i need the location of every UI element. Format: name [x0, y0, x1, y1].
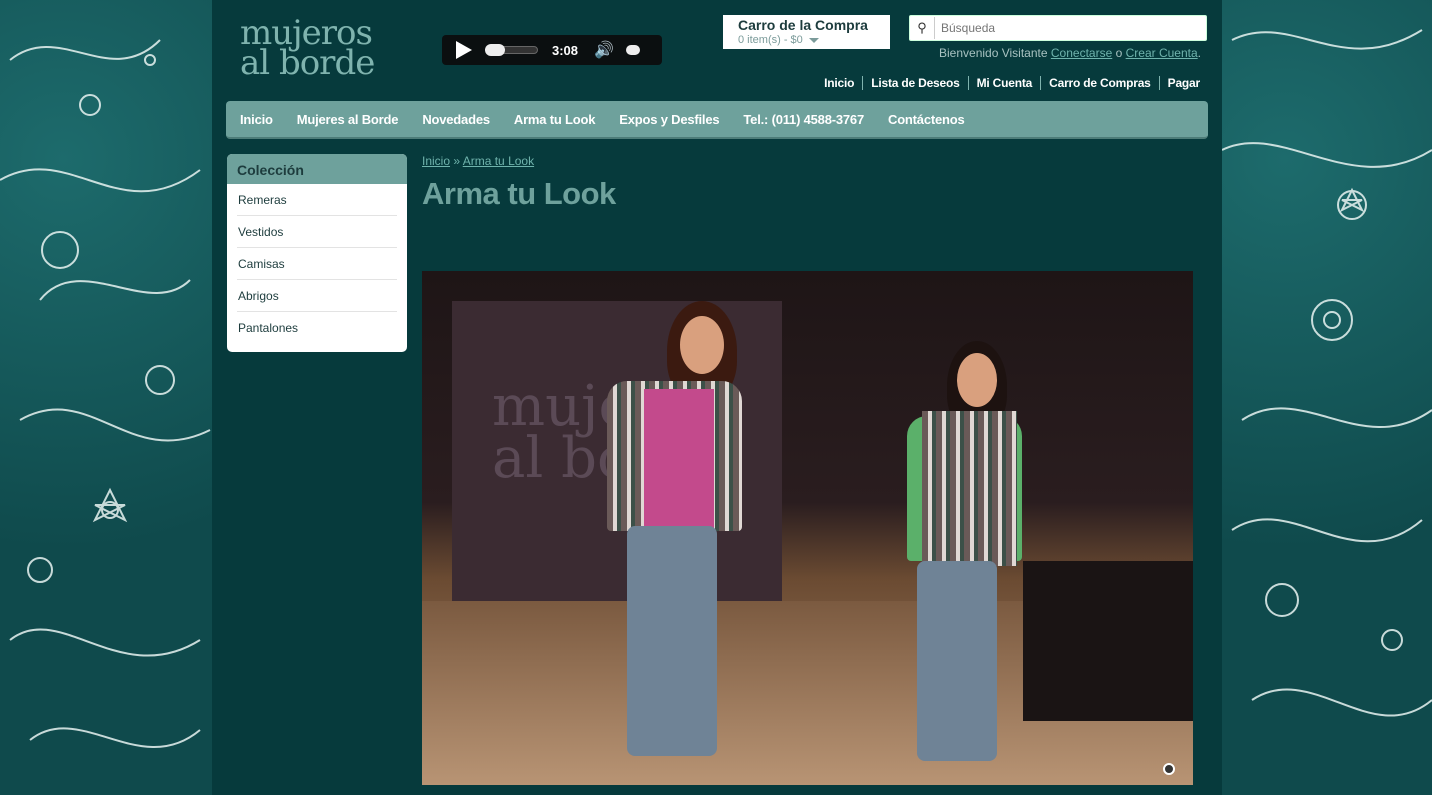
- progress-slider[interactable]: [485, 44, 538, 56]
- top-links: Inicio Lista de Deseos Mi Cuenta Carro d…: [816, 76, 1208, 90]
- nav-item-arma-tu-look[interactable]: Arma tu Look: [502, 112, 607, 127]
- top-link-wishlist[interactable]: Lista de Deseos: [862, 76, 967, 90]
- nav-item-contact[interactable]: Contáctenos: [876, 112, 977, 127]
- play-icon[interactable]: [456, 41, 472, 59]
- volume-slider[interactable]: [625, 45, 640, 55]
- page-container: mujeros al borde 3:08 🔊 Carro de la Comp…: [212, 0, 1222, 795]
- cart-items: 0 item(s) - $0: [738, 34, 890, 46]
- top-link-cart[interactable]: Carro de Compras: [1040, 76, 1159, 90]
- search-input[interactable]: [934, 17, 1194, 39]
- model-1-jeans: [627, 526, 717, 756]
- volume-icon[interactable]: 🔊: [594, 40, 614, 60]
- model-2-face: [957, 353, 997, 407]
- nav-item-novedades[interactable]: Novedades: [410, 112, 502, 127]
- breadcrumb-current[interactable]: Arma tu Look: [463, 154, 534, 168]
- model-2-jeans: [917, 561, 997, 761]
- search-icon[interactable]: ⚲: [910, 20, 934, 36]
- top-link-account[interactable]: Mi Cuenta: [967, 76, 1041, 90]
- nav-item-phone[interactable]: Tel.: (011) 4588-3767: [731, 112, 876, 127]
- nav-item-mujeres[interactable]: Mujeres al Borde: [285, 112, 411, 127]
- site-logo[interactable]: mujeros al borde: [240, 16, 400, 84]
- sidebar-item-abrigos[interactable]: Abrigos: [237, 280, 397, 312]
- runway-photo: mujeres al borde: [422, 271, 1193, 785]
- top-link-inicio[interactable]: Inicio: [816, 76, 862, 90]
- audience: [1023, 561, 1193, 721]
- page-title: Arma tu Look: [422, 176, 616, 211]
- slideshow-indicator[interactable]: [1163, 763, 1175, 775]
- model-2-shirt: [922, 411, 1017, 566]
- decorative-pattern-right: [1222, 0, 1432, 795]
- progress-knob[interactable]: [485, 44, 505, 56]
- sidebar-item-remeras[interactable]: Remeras: [237, 184, 397, 216]
- breadcrumb-home[interactable]: Inicio: [422, 154, 450, 168]
- decorative-pattern-left: [0, 0, 212, 795]
- model-1-top: [644, 389, 714, 529]
- login-link[interactable]: Conectarse: [1051, 46, 1112, 60]
- main-nav: Inicio Mujeres al Borde Novedades Arma t…: [226, 101, 1208, 139]
- nav-item-expos[interactable]: Expos y Desfiles: [607, 112, 731, 127]
- player-time: 3:08: [552, 42, 579, 58]
- welcome-message: Bienvenido Visitante Conectarse o Crear …: [939, 46, 1202, 60]
- collection-sidebar: Colección Remeras Vestidos Camisas Abrig…: [227, 154, 407, 352]
- top-link-checkout[interactable]: Pagar: [1158, 76, 1208, 90]
- sidebar-title: Colección: [227, 154, 407, 184]
- nav-item-inicio[interactable]: Inicio: [228, 112, 285, 127]
- cart-title: Carro de la Compra: [738, 17, 868, 33]
- register-link[interactable]: Crear Cuenta: [1126, 46, 1198, 60]
- audio-player: 3:08 🔊: [442, 35, 662, 65]
- search-box: ⚲: [909, 15, 1207, 41]
- sidebar-item-pantalones[interactable]: Pantalones: [237, 312, 397, 343]
- sidebar-item-vestidos[interactable]: Vestidos: [237, 216, 397, 248]
- model-1-face: [680, 316, 724, 374]
- breadcrumb: Inicio » Arma tu Look: [422, 154, 535, 168]
- sidebar-item-camisas[interactable]: Camisas: [237, 248, 397, 280]
- cart-summary[interactable]: Carro de la Compra 0 item(s) - $0: [723, 15, 890, 49]
